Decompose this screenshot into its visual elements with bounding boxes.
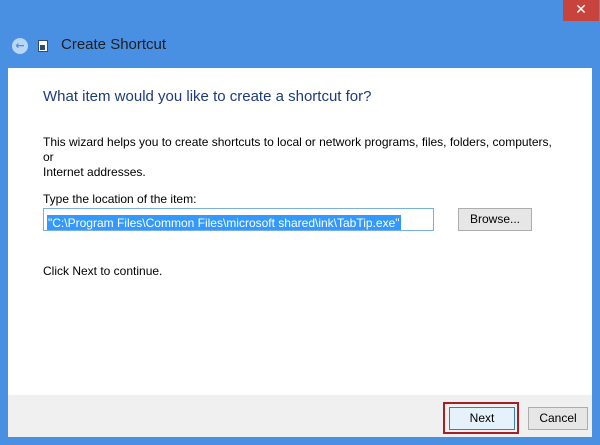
location-input-value: "C:\Program Files\Common Files\microsoft… xyxy=(47,215,401,230)
wizard-description: This wizard helps you to create shortcut… xyxy=(43,135,563,180)
close-button[interactable]: ✕ xyxy=(563,0,599,21)
wizard-heading: What item would you like to create a sho… xyxy=(43,88,372,105)
browse-button[interactable]: Browse... xyxy=(458,208,532,231)
back-arrow-icon: ← xyxy=(15,39,25,52)
next-button[interactable]: Next xyxy=(449,407,515,430)
window-title: Create Shortcut xyxy=(61,36,167,53)
back-button[interactable]: ← xyxy=(12,38,28,54)
description-line: This wizard helps you to create shortcut… xyxy=(43,135,552,164)
button-bar: Next Cancel xyxy=(8,395,592,437)
cancel-button[interactable]: Cancel xyxy=(528,407,588,430)
description-line: Internet addresses. xyxy=(43,165,146,179)
wizard-content: What item would you like to create a sho… xyxy=(8,68,592,395)
continue-instruction: Click Next to continue. xyxy=(43,264,163,278)
shortcut-icon xyxy=(38,40,48,52)
location-input[interactable]: "C:\Program Files\Common Files\microsoft… xyxy=(43,208,434,231)
location-label: Type the location of the item: xyxy=(43,192,197,206)
close-icon: ✕ xyxy=(575,2,587,18)
title-bar: ← Create Shortcut xyxy=(0,32,600,60)
create-shortcut-window: ✕ ← Create Shortcut What item would you … xyxy=(0,0,600,445)
